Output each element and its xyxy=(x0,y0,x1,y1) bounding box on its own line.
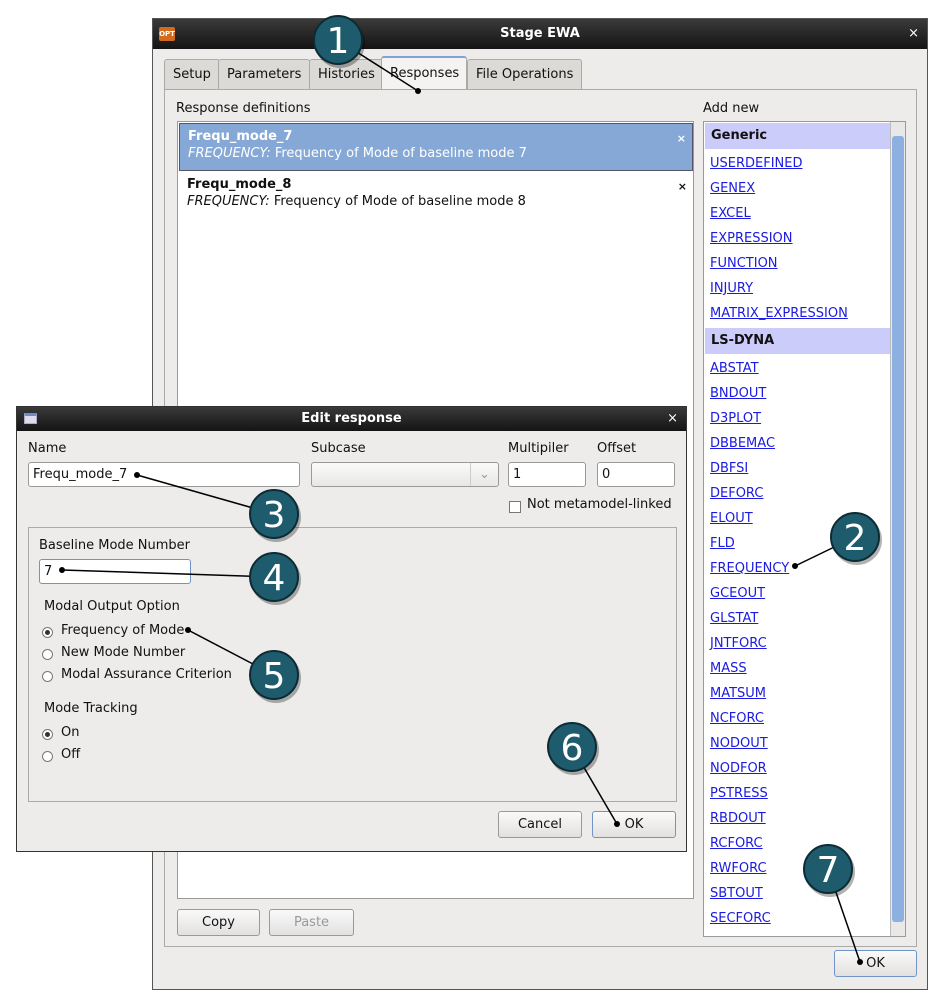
svg-text:7: 7 xyxy=(817,850,840,891)
svg-text:3: 3 xyxy=(263,495,286,536)
callout-5: 5 xyxy=(185,627,301,703)
callout-7: 7 xyxy=(803,844,863,965)
svg-text:4: 4 xyxy=(263,558,286,599)
svg-text:1: 1 xyxy=(327,21,350,62)
callout-overlay: 1 2 3 4 5 6 7 xyxy=(59,15,882,965)
callout-6: 6 xyxy=(547,722,620,827)
svg-text:2: 2 xyxy=(844,518,867,559)
svg-text:5: 5 xyxy=(263,656,286,697)
callout-1: 1 xyxy=(313,15,421,94)
svg-text:6: 6 xyxy=(561,728,584,769)
callout-3: 3 xyxy=(134,472,301,542)
callout-2: 2 xyxy=(792,512,882,569)
callout-4: 4 xyxy=(59,552,301,605)
